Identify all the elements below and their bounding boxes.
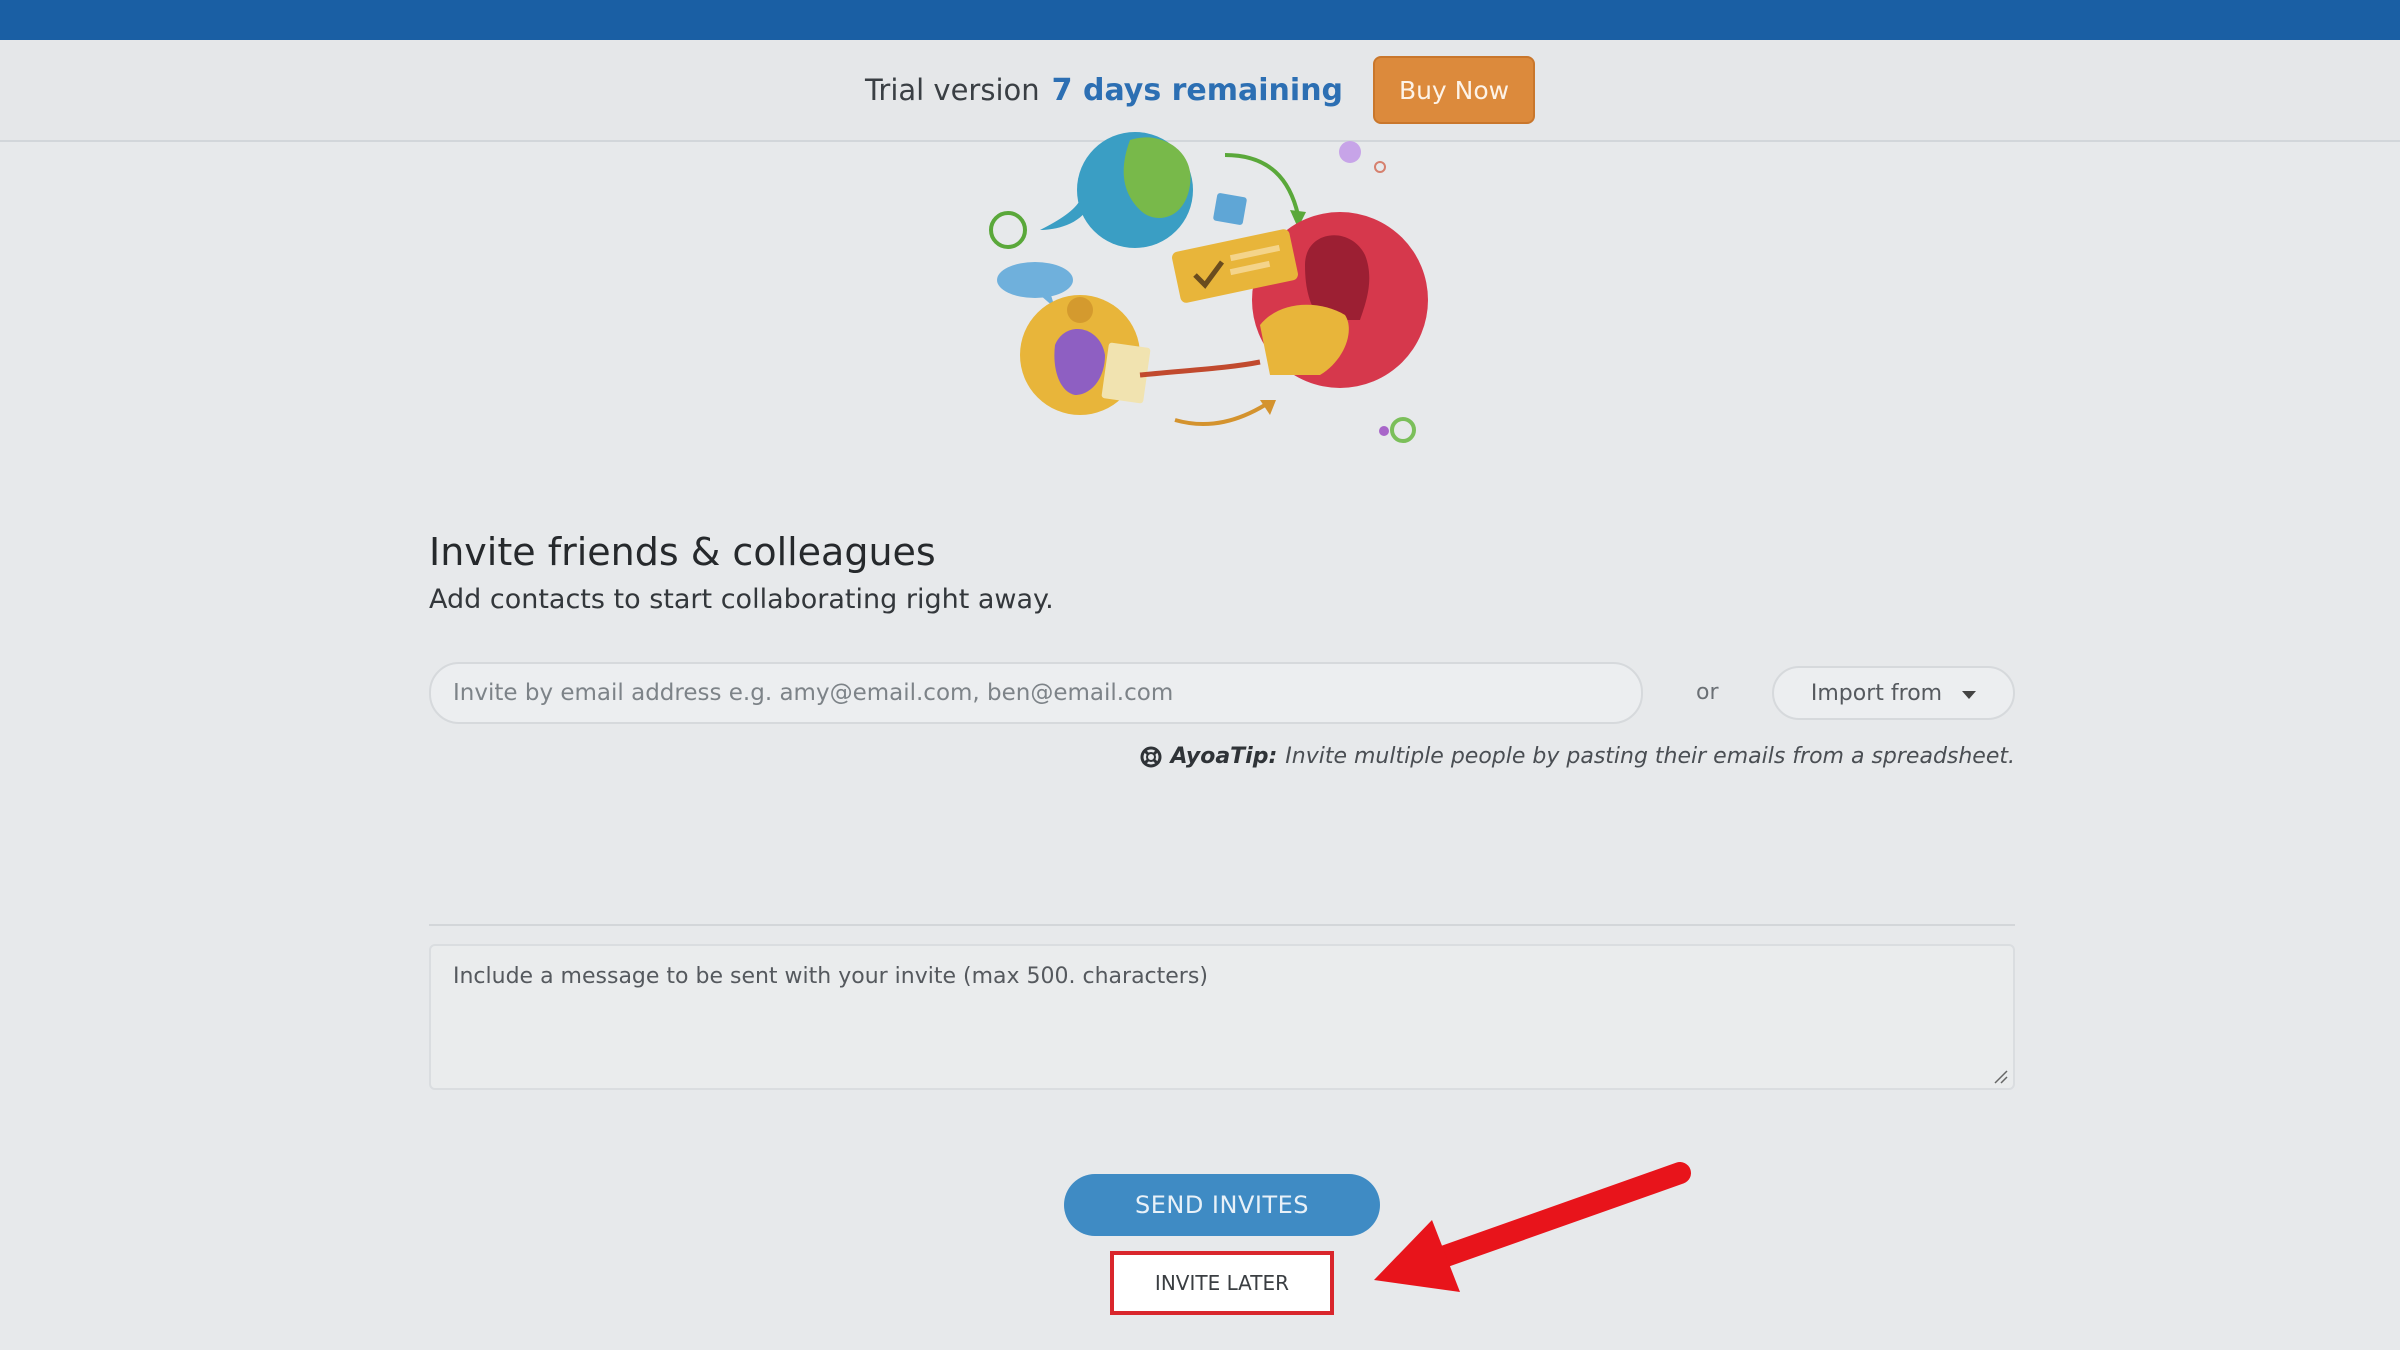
send-invites-button[interactable]: SEND INVITES [1064,1174,1380,1236]
page-title: Invite friends & colleagues [429,530,936,574]
import-from-label: Import from [1810,680,1943,706]
globe-icon [1040,132,1193,248]
page-subtitle: Add contacts to start collaborating righ… [429,584,1054,615]
red-arrow-annotation [1374,1162,1691,1292]
buy-now-button[interactable]: Buy Now [1373,56,1536,124]
invite-page: Trial version 7 days remaining Buy Now I… [0,0,2400,1350]
trial-banner: Trial version 7 days remaining Buy Now [0,40,2400,142]
working-person-icon [1020,295,1151,415]
import-from-dropdown[interactable]: Import from [1772,666,2015,720]
ayoa-tip: AyoaTip: Invite multiple people by pasti… [1140,744,2015,769]
trial-version-label: Trial version [864,73,1040,107]
photo-card-icon [1213,193,1247,225]
invite-later-button[interactable]: INVITE LATER [1110,1251,1334,1315]
days-remaining-text: 7 days remaining [1051,72,1344,108]
lifebuoy-icon [1140,746,1162,767]
speech-bubble-icon [997,262,1073,298]
collaboration-illustration [989,132,1428,443]
app-top-bar [0,0,2400,40]
tip-label: AyoaTip: [1170,744,1278,769]
invite-header: Invite friends & colleagues Add contacts… [429,530,2015,615]
tip-text: Invite multiple people by pasting their … [1285,744,2015,769]
resize-grip-icon[interactable] [1992,1068,2008,1084]
email-invite-input[interactable] [429,662,1643,724]
invite-message-textarea[interactable] [429,944,2015,1090]
section-divider [429,924,2015,926]
or-separator: or [1696,680,1719,705]
chevron-down-icon [1962,690,1977,699]
invite-row: or Import from [429,662,2015,724]
